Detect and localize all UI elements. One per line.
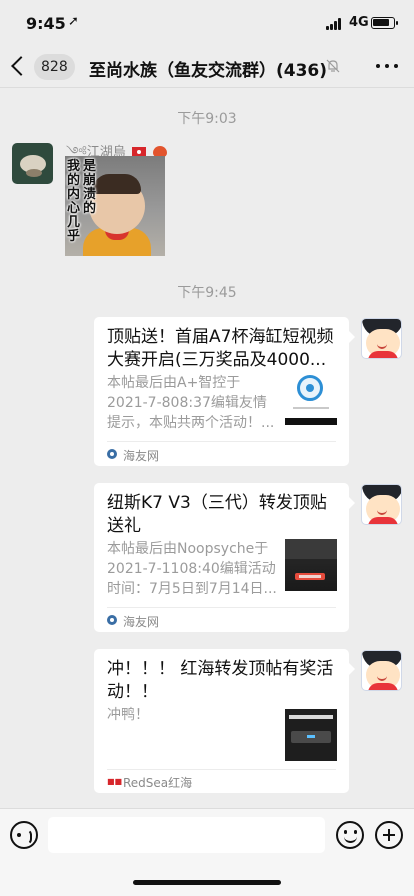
emoji-icon[interactable] (336, 821, 364, 849)
card-source: 海友网 (123, 449, 160, 463)
redsea-logo-icon: ■■ (107, 777, 123, 786)
chat-title: 至尚水族（鱼友交流群）(436) (89, 61, 328, 81)
unread-count-badge: 828 (34, 54, 75, 80)
plus-icon[interactable] (375, 821, 403, 849)
chevron-left-icon (11, 56, 31, 76)
card-source: 海友网 (123, 615, 160, 629)
sticker-caption-right: 是崩溃的 (83, 159, 97, 216)
sticker-image[interactable]: 我的内心几乎 是崩溃的 (65, 156, 165, 256)
my-avatar[interactable] (361, 318, 402, 359)
network-label: 4G (349, 15, 369, 30)
signal-bars-icon (326, 18, 344, 30)
sticker-caption-left: 我的内心几乎 (67, 159, 81, 244)
bell-slash-icon (326, 59, 340, 73)
nav-bar: 828 至尚水族（鱼友交流群）(436) (0, 46, 414, 88)
source-icon (107, 449, 117, 459)
my-avatar[interactable] (361, 484, 402, 525)
home-indicator (133, 880, 281, 885)
card-thumbnail (285, 539, 337, 591)
card-source: RedSea红海 (123, 776, 193, 790)
link-card[interactable]: 纽斯K7 V3（三代）转发顶贴送礼 本帖最后由Noopsyche于2021-7-… (94, 483, 355, 632)
back-button[interactable]: 828 (8, 52, 78, 82)
card-thumbnail (285, 709, 337, 761)
message-input[interactable] (48, 817, 325, 853)
my-avatar[interactable] (361, 650, 402, 691)
link-card[interactable]: 冲！！！ 红海转发顶帖有奖活动！！ 冲鸭！ ■■ RedSea红海 (94, 649, 355, 793)
status-time: 9:45 (26, 14, 66, 33)
status-bar: 9:45 ➚ 4G (0, 0, 414, 46)
card-description: 本帖最后由Noopsyche于2021-7-1108:40编辑活动时间：7月5日… (107, 541, 277, 597)
voice-icon[interactable] (10, 821, 38, 849)
link-card[interactable]: 顶贴送！首届A7杯海缸短视频大赛开启(三万奖品及4000... 本帖最后由A+智… (94, 317, 355, 466)
battery-icon (371, 17, 398, 29)
card-thumbnail (285, 373, 337, 425)
location-arrow-icon: ➚ (68, 14, 79, 29)
timestamp-label: 下午9:03 (177, 111, 237, 127)
sender-avatar[interactable] (12, 143, 53, 184)
source-icon (107, 615, 117, 625)
card-description: 冲鸭！ (107, 707, 149, 723)
timestamp-label: 下午9:45 (177, 285, 237, 301)
card-title: 顶贴送！首届A7杯海缸短视频大赛开启(三万奖品及4000... (107, 327, 334, 370)
more-options-button[interactable] (372, 56, 402, 76)
card-title: 冲！！！ 红海转发顶帖有奖活动！！ (107, 659, 334, 702)
card-title: 纽斯K7 V3（三代）转发顶贴送礼 (107, 493, 327, 536)
card-description: 本帖最后由A+智控于2021-7-808:37编辑友情提示，本贴共两个活动！..… (107, 375, 275, 431)
